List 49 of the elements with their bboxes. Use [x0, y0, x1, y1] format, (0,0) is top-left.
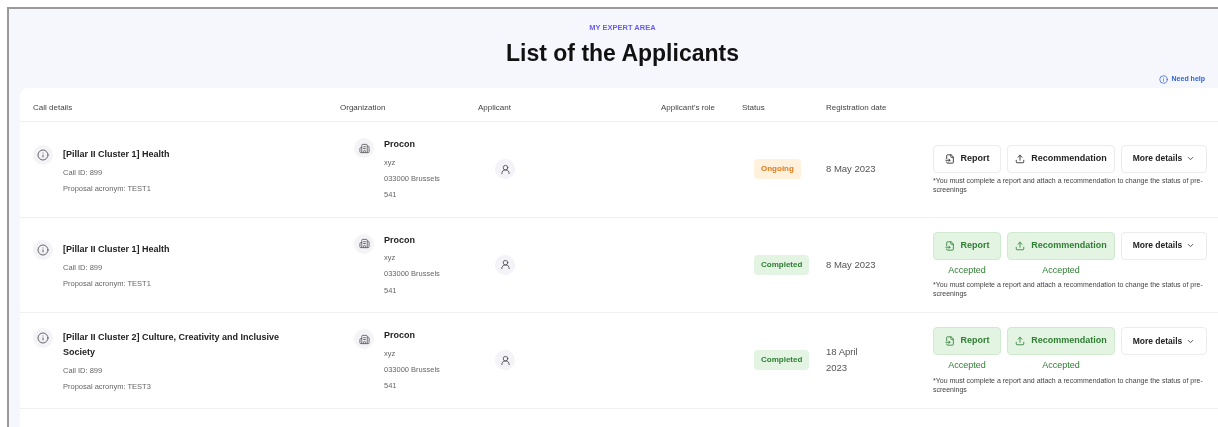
recommendation-button[interactable]: Recommendation: [1007, 231, 1115, 260]
info-icon[interactable]: [33, 240, 53, 260]
report-button[interactable]: Report: [933, 327, 1001, 355]
column-header: Status: [742, 102, 765, 112]
info-icon[interactable]: [33, 328, 53, 348]
call-title: [Pillar II Cluster 1] Health: [63, 147, 171, 161]
building-icon: [354, 233, 374, 254]
report-icon: [944, 336, 955, 346]
call-title: [Pillar II Cluster 1] Health: [63, 243, 171, 256]
more-details-button[interactable]: More details: [1121, 144, 1207, 173]
chevron-down-icon: [1186, 241, 1196, 250]
registration-date: 8 May 2023: [826, 162, 877, 177]
status-badge: Completed: [754, 254, 810, 275]
info-icon[interactable]: [33, 144, 53, 165]
user-icon: [495, 159, 515, 180]
column-header: Organization: [340, 102, 386, 112]
call-title: [Pillar II Cluster 2] Culture, Creativity and Inclusive Society: [63, 331, 281, 359]
upload-icon: [1015, 153, 1026, 164]
report-button[interactable]: Report: [933, 144, 1001, 173]
accepted-label: Accepted: [948, 359, 986, 372]
column-header: Applicant: [478, 102, 511, 112]
upload-icon: [1015, 240, 1026, 251]
report-icon: [944, 153, 955, 164]
accepted-label: Accepted: [1042, 359, 1080, 372]
user-icon: [495, 350, 515, 371]
column-header: Applicant's role: [661, 102, 715, 112]
building-icon: [354, 138, 374, 159]
status-badge: Ongoing: [754, 159, 801, 180]
more-details-button[interactable]: More details: [1121, 231, 1207, 260]
registration-date: 18 April 2023: [826, 345, 859, 376]
registration-date: 8 May 2023: [826, 257, 877, 272]
recommendation-button[interactable]: Recommendation: [1007, 327, 1115, 355]
accepted-label: Accepted: [948, 263, 986, 277]
status-badge: Completed: [754, 350, 810, 371]
organization-name: Procon: [384, 329, 416, 343]
report-button[interactable]: Report: [933, 231, 1001, 260]
report-icon: [944, 240, 955, 251]
building-icon: [354, 329, 374, 350]
column-header: Registration date: [826, 102, 887, 112]
user-icon: [495, 254, 515, 275]
accepted-label: Accepted: [1042, 263, 1080, 277]
column-header: Call details: [33, 102, 73, 112]
page-title: List of the Applicants: [506, 39, 739, 68]
more-details-button[interactable]: More details: [1121, 327, 1207, 355]
recommendation-button[interactable]: Recommendation: [1007, 144, 1115, 173]
organization-name: Procon: [384, 138, 416, 152]
organization-name: Procon: [384, 233, 416, 247]
upload-icon: [1015, 336, 1026, 346]
info-icon: [1158, 74, 1168, 84]
